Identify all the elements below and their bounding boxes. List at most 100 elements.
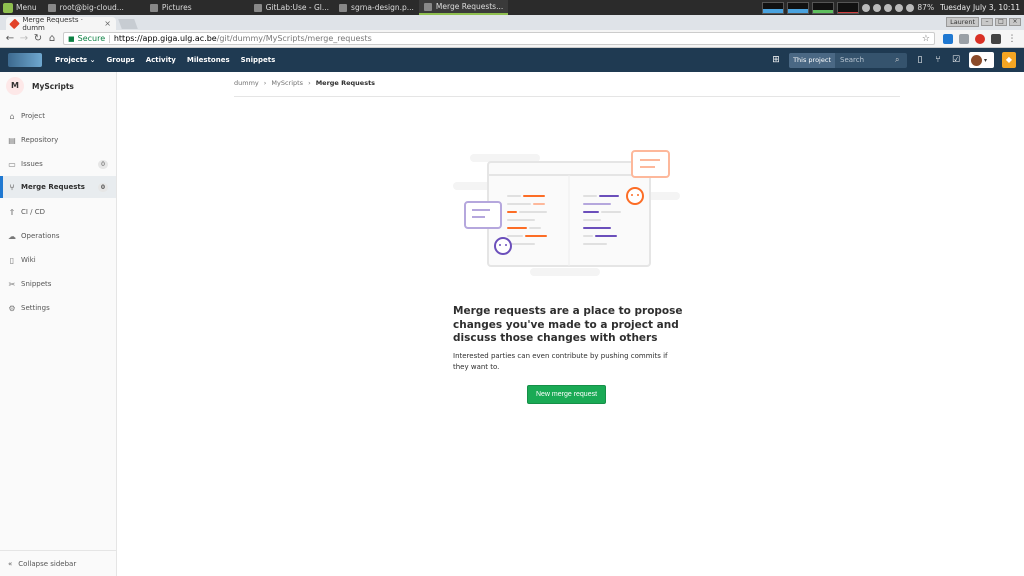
net-graph-icon [812, 1, 835, 14]
url-host: https://app.giga.ulg.ac.be [113, 34, 217, 43]
search-input[interactable]: Search [835, 56, 895, 64]
cloud-icon: ☁ [8, 231, 16, 241]
sidebar-item-label: Repository [21, 136, 59, 144]
chrome-icon [423, 2, 432, 11]
search-icon: ⌕ [895, 55, 900, 64]
home-icon[interactable]: ⌂ [45, 33, 59, 44]
nav-projects[interactable]: Projects ⌄ [55, 56, 96, 64]
sidebar-item-label: Project [21, 112, 45, 120]
chevron-right-icon: › [263, 79, 267, 87]
sidebar-item-label: Settings [21, 304, 50, 312]
nav-activity[interactable]: Activity [146, 56, 176, 64]
nav-snippets[interactable]: Snippets [241, 56, 276, 64]
taskbar-item-terminal[interactable]: root@big-cloud... [43, 0, 129, 15]
document-icon [339, 3, 348, 12]
merge-requests-shortcut-icon[interactable]: ⑂ [933, 55, 943, 65]
gitlab-header: Projects ⌄ Groups Activity Milestones Sn… [0, 48, 1024, 72]
url-text: https://app.giga.ulg.ac.be/git/dummy/MyS… [114, 34, 372, 43]
gitlab-logo-icon[interactable] [8, 53, 42, 67]
taskbar-item-label: Pictures [161, 3, 192, 12]
lock-icon: ■ [68, 34, 75, 43]
collapse-sidebar-button[interactable]: « Collapse sidebar [0, 550, 116, 576]
book-icon: ▯ [9, 255, 15, 265]
terminal-icon [47, 3, 56, 12]
separator: | [108, 34, 111, 43]
url-path: /git/dummy/MyScripts/merge_requests [216, 34, 372, 43]
mail-extension-icon[interactable] [943, 33, 953, 44]
sidebar-item-ci-cd[interactable]: ⇑ CI / CD [0, 202, 116, 222]
sidebar-item-label: Merge Requests [21, 183, 85, 191]
taskbar-item-browser[interactable]: Merge Requests... [418, 0, 509, 15]
volume-icon[interactable] [895, 3, 904, 12]
bluetooth-icon[interactable] [873, 3, 882, 12]
network-icon[interactable] [884, 3, 893, 12]
user-menu-button[interactable]: ▾ [969, 52, 994, 68]
address-bar[interactable]: ■ Secure | https://app.giga.ulg.ac.be/gi… [63, 32, 935, 45]
new-tab-button[interactable] [118, 19, 138, 29]
mem-graph-icon [787, 1, 810, 14]
forward-arrow-icon[interactable]: → [17, 33, 31, 44]
header-right: ⊞ This project Search ⌕ ▯ ⑂ ☑ ▾ ◆ [771, 52, 1024, 68]
extensions: ⋮ [943, 33, 1017, 44]
close-tab-icon[interactable]: × [104, 19, 111, 28]
taskbar-item-gitlab-doc[interactable]: GitLab:Use - Gl... [249, 0, 334, 15]
chrome-menu-icon[interactable]: ⋮ [1007, 34, 1017, 44]
breadcrumb-myscripts[interactable]: MyScripts [271, 79, 303, 87]
taskbar-item-pictures[interactable]: Pictures [145, 0, 197, 15]
search-box[interactable]: This project Search ⌕ [789, 52, 907, 68]
sidebar-item-repository[interactable]: ▤ Repository [0, 130, 116, 150]
battery-icon[interactable] [906, 3, 915, 12]
folder-icon [149, 3, 158, 12]
project-name: MyScripts [32, 81, 74, 91]
minimize-icon[interactable]: – [981, 18, 993, 26]
browser-tab-strip: Merge Requests · dumm × Laurent – □ × [0, 15, 1024, 32]
window-controls: Laurent – □ × [946, 17, 1024, 30]
bookmark-star-icon[interactable]: ☆ [922, 34, 930, 44]
close-window-icon[interactable]: × [1009, 18, 1021, 26]
sidebar-item-operations[interactable]: ☁ Operations [0, 226, 116, 246]
document-icon [253, 3, 262, 12]
nav-groups[interactable]: Groups [107, 56, 135, 64]
sidebar-item-project[interactable]: ⌂ Project [0, 106, 116, 126]
nav-milestones[interactable]: Milestones [187, 56, 230, 64]
sidebar-item-issues[interactable]: ▭ Issues 0 [0, 154, 116, 174]
browser-tab-merge-requests[interactable]: Merge Requests · dumm × [6, 16, 116, 32]
empty-state-description: Interested parties can even contribute b… [453, 352, 668, 371]
s-extension-icon[interactable] [991, 33, 1001, 44]
search-scope[interactable]: This project [789, 52, 835, 68]
account-badge-icon[interactable]: ◆ [1002, 52, 1016, 68]
sidebar-item-label: Issues [21, 160, 43, 168]
taskbar-item-label: Merge Requests... [435, 2, 504, 11]
scissors-icon: ✂ [8, 279, 16, 289]
doc-icon: ▤ [8, 135, 16, 145]
project-sidebar: M MyScripts ⌂ Project ▤ Repository ▭ Iss… [0, 72, 117, 576]
profile-button[interactable]: Laurent [946, 17, 979, 27]
todos-icon[interactable]: ☑ [951, 55, 961, 65]
taskbar-item-sgrna[interactable]: sgrna-design.p... [334, 0, 419, 15]
new-merge-request-button[interactable]: New merge request [527, 385, 606, 404]
sidebar-item-merge-requests[interactable]: ⑂ Merge Requests 0 [0, 176, 116, 198]
double-chevron-left-icon: « [8, 559, 13, 568]
clock[interactable]: Tuesday July 3, 10:11 [940, 3, 1020, 12]
sidebar-item-snippets[interactable]: ✂ Snippets [0, 274, 116, 294]
shield-icon[interactable] [862, 3, 871, 12]
record-extension-icon[interactable] [975, 33, 985, 44]
sidebar-item-settings[interactable]: ⚙ Settings [0, 298, 116, 318]
chevron-down-icon: ▾ [984, 56, 988, 64]
download-extension-icon[interactable] [959, 33, 969, 44]
breadcrumb-current[interactable]: Merge Requests [316, 79, 375, 87]
breadcrumb-dummy[interactable]: dummy [234, 79, 259, 87]
plus-dropdown-icon[interactable]: ⊞ [771, 55, 781, 65]
cpu-graph-icon [762, 1, 785, 14]
maximize-icon[interactable]: □ [995, 18, 1007, 26]
issues-shortcut-icon[interactable]: ▯ [915, 55, 925, 65]
taskbar-item-label: root@big-cloud... [59, 3, 124, 12]
merge-requests-empty-illustration [453, 150, 680, 276]
back-arrow-icon[interactable]: ← [3, 33, 17, 44]
sidebar-item-wiki[interactable]: ▯ Wiki [0, 250, 116, 270]
sidebar-project-header[interactable]: M MyScripts [0, 72, 116, 100]
reload-icon[interactable]: ↻ [31, 33, 45, 44]
start-menu-button[interactable]: Menu [0, 0, 43, 15]
empty-state-title: Merge requests are a place to propose ch… [453, 305, 683, 344]
browser-toolbar: ← → ↻ ⌂ ■ Secure | https://app.giga.ulg.… [0, 30, 1024, 48]
